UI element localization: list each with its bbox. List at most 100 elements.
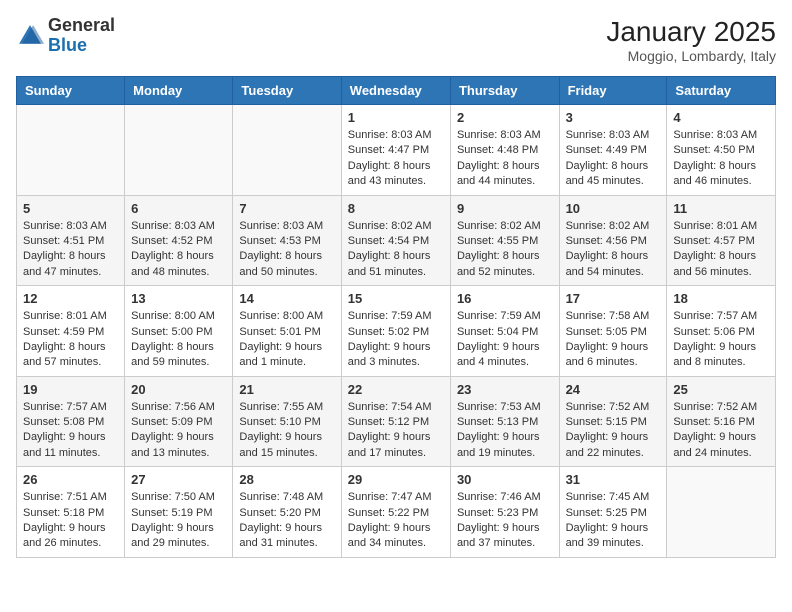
day-info: Sunrise: 8:02 AM Sunset: 4:54 PM Dayligh… bbox=[348, 219, 444, 281]
day-info: Sunrise: 7:57 AM Sunset: 5:08 PM Dayligh… bbox=[23, 400, 118, 462]
day-info: Sunrise: 7:47 AM Sunset: 5:22 PM Dayligh… bbox=[348, 490, 444, 552]
day-number: 27 bbox=[131, 472, 226, 487]
weekday-header-monday: Monday bbox=[125, 77, 233, 105]
month-title: January 2025 bbox=[606, 16, 776, 48]
day-number: 23 bbox=[457, 382, 553, 397]
day-number: 10 bbox=[566, 201, 661, 216]
calendar-cell: 5 Sunrise: 8:03 AM Sunset: 4:51 PM Daylig… bbox=[17, 195, 125, 286]
calendar-cell bbox=[667, 467, 776, 558]
day-number: 18 bbox=[673, 291, 769, 306]
logo-text: General Blue bbox=[48, 16, 115, 56]
day-info: Sunrise: 7:59 AM Sunset: 5:02 PM Dayligh… bbox=[348, 309, 444, 371]
day-info: Sunrise: 7:46 AM Sunset: 5:23 PM Dayligh… bbox=[457, 490, 553, 552]
weekday-header-saturday: Saturday bbox=[667, 77, 776, 105]
calendar-cell: 19 Sunrise: 7:57 AM Sunset: 5:08 PM Dayli… bbox=[17, 376, 125, 467]
day-info: Sunrise: 7:48 AM Sunset: 5:20 PM Dayligh… bbox=[239, 490, 334, 552]
day-info: Sunrise: 7:52 AM Sunset: 5:16 PM Dayligh… bbox=[673, 400, 769, 462]
day-info: Sunrise: 8:01 AM Sunset: 4:59 PM Dayligh… bbox=[23, 309, 118, 371]
calendar-cell: 21 Sunrise: 7:55 AM Sunset: 5:10 PM Dayli… bbox=[233, 376, 341, 467]
weekday-header-friday: Friday bbox=[559, 77, 667, 105]
calendar-cell: 2 Sunrise: 8:03 AM Sunset: 4:48 PM Daylig… bbox=[450, 105, 559, 196]
day-info: Sunrise: 7:57 AM Sunset: 5:06 PM Dayligh… bbox=[673, 309, 769, 371]
day-number: 31 bbox=[566, 472, 661, 487]
day-info: Sunrise: 7:50 AM Sunset: 5:19 PM Dayligh… bbox=[131, 490, 226, 552]
weekday-header-wednesday: Wednesday bbox=[341, 77, 450, 105]
calendar-cell: 26 Sunrise: 7:51 AM Sunset: 5:18 PM Dayli… bbox=[17, 467, 125, 558]
day-number: 21 bbox=[239, 382, 334, 397]
day-info: Sunrise: 7:52 AM Sunset: 5:15 PM Dayligh… bbox=[566, 400, 661, 462]
day-number: 1 bbox=[348, 110, 444, 125]
day-number: 3 bbox=[566, 110, 661, 125]
day-info: Sunrise: 8:03 AM Sunset: 4:53 PM Dayligh… bbox=[239, 219, 334, 281]
calendar-cell: 30Sunrise: 7:46 AM Sunset: 5:23 PM Dayli… bbox=[450, 467, 559, 558]
day-info: Sunrise: 7:55 AM Sunset: 5:10 PM Dayligh… bbox=[239, 400, 334, 462]
day-number: 7 bbox=[239, 201, 334, 216]
calendar-cell: 24 Sunrise: 7:52 AM Sunset: 5:15 PM Dayli… bbox=[559, 376, 667, 467]
day-info: Sunrise: 8:03 AM Sunset: 4:49 PM Dayligh… bbox=[566, 128, 661, 190]
calendar-cell: 16 Sunrise: 7:59 AM Sunset: 5:04 PM Dayli… bbox=[450, 286, 559, 377]
day-info: Sunrise: 8:00 AM Sunset: 5:00 PM Dayligh… bbox=[131, 309, 226, 371]
day-number: 25 bbox=[673, 382, 769, 397]
day-number: 2 bbox=[457, 110, 553, 125]
calendar-cell: 20 Sunrise: 7:56 AM Sunset: 5:09 PM Dayli… bbox=[125, 376, 233, 467]
day-number: 8 bbox=[348, 201, 444, 216]
day-info: Sunrise: 8:03 AM Sunset: 4:51 PM Dayligh… bbox=[23, 219, 118, 281]
day-number: 29 bbox=[348, 472, 444, 487]
calendar-cell: 18 Sunrise: 7:57 AM Sunset: 5:06 PM Dayli… bbox=[667, 286, 776, 377]
day-number: 16 bbox=[457, 291, 553, 306]
day-number: 12 bbox=[23, 291, 118, 306]
day-number: 17 bbox=[566, 291, 661, 306]
calendar-cell bbox=[125, 105, 233, 196]
calendar-cell: 22 Sunrise: 7:54 AM Sunset: 5:12 PM Dayli… bbox=[341, 376, 450, 467]
day-info: Sunrise: 8:03 AM Sunset: 4:50 PM Dayligh… bbox=[673, 128, 769, 190]
day-number: 28 bbox=[239, 472, 334, 487]
day-number: 15 bbox=[348, 291, 444, 306]
day-info: Sunrise: 8:01 AM Sunset: 4:57 PM Dayligh… bbox=[673, 219, 769, 281]
calendar-cell bbox=[233, 105, 341, 196]
day-number: 9 bbox=[457, 201, 553, 216]
week-row-1: 1 Sunrise: 8:03 AM Sunset: 4:47 PM Daylig… bbox=[17, 105, 776, 196]
title-block: January 2025 Moggio, Lombardy, Italy bbox=[606, 16, 776, 64]
calendar-cell: 9Sunrise: 8:02 AM Sunset: 4:55 PM Daylig… bbox=[450, 195, 559, 286]
page-header: General Blue January 2025 Moggio, Lombar… bbox=[16, 16, 776, 64]
calendar-cell: 12 Sunrise: 8:01 AM Sunset: 4:59 PM Dayli… bbox=[17, 286, 125, 377]
calendar-cell: 6Sunrise: 8:03 AM Sunset: 4:52 PM Daylig… bbox=[125, 195, 233, 286]
weekday-header-sunday: Sunday bbox=[17, 77, 125, 105]
calendar-cell: 17Sunrise: 7:58 AM Sunset: 5:05 PM Dayli… bbox=[559, 286, 667, 377]
day-number: 5 bbox=[23, 201, 118, 216]
day-number: 24 bbox=[566, 382, 661, 397]
day-number: 26 bbox=[23, 472, 118, 487]
calendar-cell: 3 Sunrise: 8:03 AM Sunset: 4:49 PM Daylig… bbox=[559, 105, 667, 196]
day-info: Sunrise: 8:03 AM Sunset: 4:48 PM Dayligh… bbox=[457, 128, 553, 190]
calendar-cell: 25 Sunrise: 7:52 AM Sunset: 5:16 PM Dayli… bbox=[667, 376, 776, 467]
calendar-cell: 10Sunrise: 8:02 AM Sunset: 4:56 PM Dayli… bbox=[559, 195, 667, 286]
weekday-header-row: SundayMondayTuesdayWednesdayThursdayFrid… bbox=[17, 77, 776, 105]
day-number: 22 bbox=[348, 382, 444, 397]
logo: General Blue bbox=[16, 16, 115, 56]
day-info: Sunrise: 8:03 AM Sunset: 4:47 PM Dayligh… bbox=[348, 128, 444, 190]
logo-icon bbox=[16, 22, 44, 50]
calendar-cell: 23Sunrise: 7:53 AM Sunset: 5:13 PM Dayli… bbox=[450, 376, 559, 467]
week-row-3: 12 Sunrise: 8:01 AM Sunset: 4:59 PM Dayli… bbox=[17, 286, 776, 377]
day-number: 19 bbox=[23, 382, 118, 397]
week-row-5: 26 Sunrise: 7:51 AM Sunset: 5:18 PM Dayli… bbox=[17, 467, 776, 558]
calendar-cell: 15 Sunrise: 7:59 AM Sunset: 5:02 PM Dayli… bbox=[341, 286, 450, 377]
day-number: 6 bbox=[131, 201, 226, 216]
day-info: Sunrise: 7:54 AM Sunset: 5:12 PM Dayligh… bbox=[348, 400, 444, 462]
day-number: 14 bbox=[239, 291, 334, 306]
calendar-cell: 14Sunrise: 8:00 AM Sunset: 5:01 PM Dayli… bbox=[233, 286, 341, 377]
calendar-cell: 29 Sunrise: 7:47 AM Sunset: 5:22 PM Dayli… bbox=[341, 467, 450, 558]
day-number: 20 bbox=[131, 382, 226, 397]
day-info: Sunrise: 7:59 AM Sunset: 5:04 PM Dayligh… bbox=[457, 309, 553, 371]
location: Moggio, Lombardy, Italy bbox=[606, 48, 776, 64]
calendar-cell: 4 Sunrise: 8:03 AM Sunset: 4:50 PM Daylig… bbox=[667, 105, 776, 196]
calendar-cell bbox=[17, 105, 125, 196]
calendar-cell: 8 Sunrise: 8:02 AM Sunset: 4:54 PM Daylig… bbox=[341, 195, 450, 286]
day-info: Sunrise: 7:51 AM Sunset: 5:18 PM Dayligh… bbox=[23, 490, 118, 552]
day-number: 13 bbox=[131, 291, 226, 306]
day-info: Sunrise: 7:56 AM Sunset: 5:09 PM Dayligh… bbox=[131, 400, 226, 462]
day-info: Sunrise: 7:45 AM Sunset: 5:25 PM Dayligh… bbox=[566, 490, 661, 552]
weekday-header-tuesday: Tuesday bbox=[233, 77, 341, 105]
day-number: 4 bbox=[673, 110, 769, 125]
calendar-cell: 28 Sunrise: 7:48 AM Sunset: 5:20 PM Dayli… bbox=[233, 467, 341, 558]
